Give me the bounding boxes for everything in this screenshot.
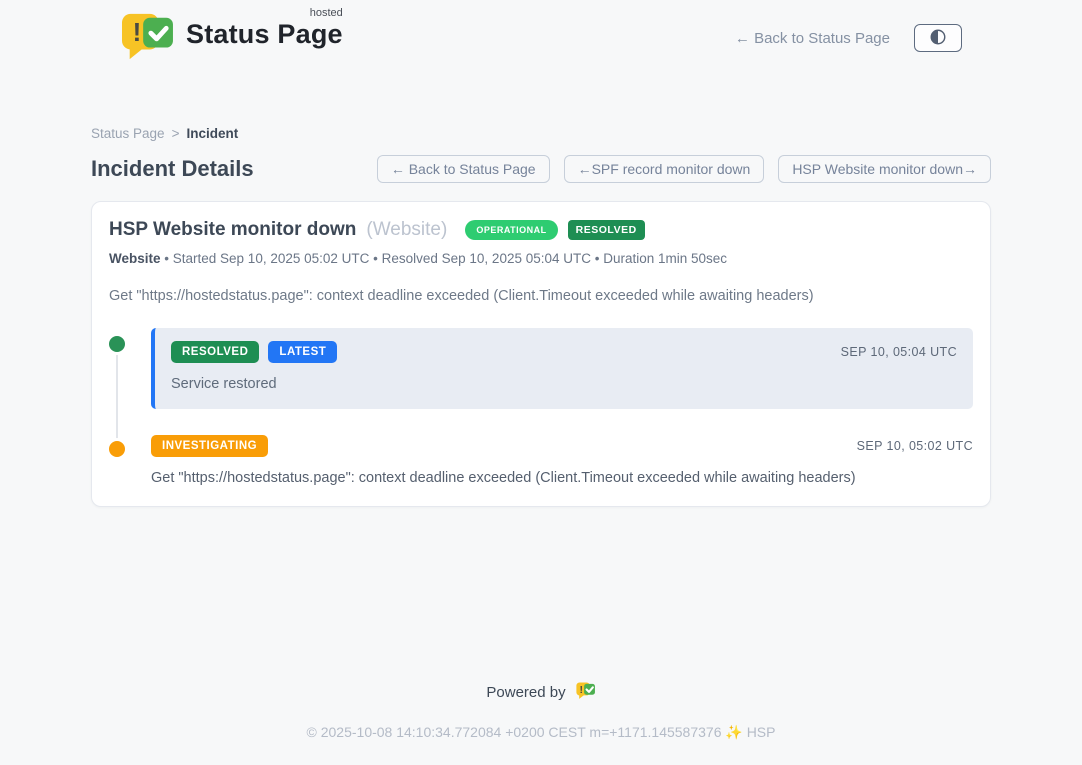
- incident-card: HSP Website monitor down (Website) OPERA…: [91, 201, 991, 507]
- main-content: Status Page > Incident Incident Details ← …: [91, 126, 991, 507]
- breadcrumb: Status Page > Incident: [91, 126, 991, 141]
- incident-title: HSP Website monitor down: [109, 219, 356, 241]
- operational-status-badge: OPERATIONAL: [465, 220, 557, 240]
- hsp-logo-icon: !: [575, 681, 596, 704]
- timeline-timestamp: SEP 10, 05:02 UTC: [857, 439, 973, 453]
- next-incident-button[interactable]: HSP Website monitor down→: [778, 155, 991, 183]
- powered-by[interactable]: Powered by !: [486, 681, 595, 704]
- timeline-dot-investigating: [109, 441, 125, 457]
- timeline-dot-resolved: [109, 336, 125, 352]
- incident-timeline: RESOLVED LATEST SEP 10, 05:04 UTC Servic…: [109, 328, 973, 486]
- timeline-entry-plain-box: INVESTIGATING SEP 10, 05:02 UTC Get "htt…: [151, 435, 973, 486]
- timeline-entry-investigating: INVESTIGATING SEP 10, 05:02 UTC Get "htt…: [109, 435, 973, 486]
- incident-nav-buttons: ← Back to Status Page ←SPF record monito…: [377, 155, 991, 183]
- status-page-logo[interactable]: ! Status Page hosted: [118, 11, 343, 66]
- theme-toggle-button[interactable]: [914, 24, 962, 52]
- incident-meta-component: Website: [109, 251, 161, 266]
- logo-hosted-superscript: hosted: [310, 7, 343, 19]
- timeline-entry-resolved: RESOLVED LATEST SEP 10, 05:04 UTC Servic…: [109, 328, 973, 409]
- timeline-timestamp: SEP 10, 05:04 UTC: [841, 345, 957, 359]
- investigating-badge: INVESTIGATING: [151, 435, 268, 457]
- footer: Powered by ! © 2025-10-08 14:10:34.77208…: [0, 681, 1082, 765]
- status-page-logo-icon: !: [118, 11, 176, 66]
- back-to-status-page-button[interactable]: ← Back to Status Page: [377, 155, 550, 183]
- incident-description: Get "https://hostedstatus.page": context…: [109, 288, 973, 304]
- svg-text:!: !: [579, 684, 583, 696]
- powered-by-label: Powered by: [486, 684, 565, 701]
- breadcrumb-status-page-link[interactable]: Status Page: [91, 126, 165, 141]
- incident-meta-times: • Started Sep 10, 2025 05:02 UTC • Resol…: [164, 251, 727, 266]
- circle-half-icon: [929, 28, 947, 49]
- latest-badge: LATEST: [268, 341, 337, 363]
- breadcrumb-separator: >: [172, 126, 180, 141]
- copyright-text: © 2025-10-08 14:10:34.772084 +0200 CEST …: [0, 724, 1082, 741]
- resolved-status-badge: RESOLVED: [568, 220, 645, 240]
- previous-incident-button[interactable]: ←SPF record monitor down: [564, 155, 765, 183]
- header-back-to-status-page-link[interactable]: ← Back to Status Page: [735, 30, 890, 47]
- resolved-badge: RESOLVED: [171, 341, 259, 363]
- timeline-message: Get "https://hostedstatus.page": context…: [151, 470, 973, 486]
- svg-text:!: !: [133, 16, 142, 46]
- header: ! Status Page hosted ← Back to Status Pa…: [0, 0, 1082, 76]
- incident-component-label: (Website): [366, 219, 447, 241]
- breadcrumb-current-incident: Incident: [186, 126, 238, 141]
- timeline-entry-highlight-box: RESOLVED LATEST SEP 10, 05:04 UTC Servic…: [151, 328, 973, 409]
- logo-wordmark-text: Status Page: [186, 19, 343, 49]
- page-title: Incident Details: [91, 156, 254, 182]
- incident-meta: Website • Started Sep 10, 2025 05:02 UTC…: [109, 251, 973, 266]
- timeline-message: Service restored: [171, 376, 957, 392]
